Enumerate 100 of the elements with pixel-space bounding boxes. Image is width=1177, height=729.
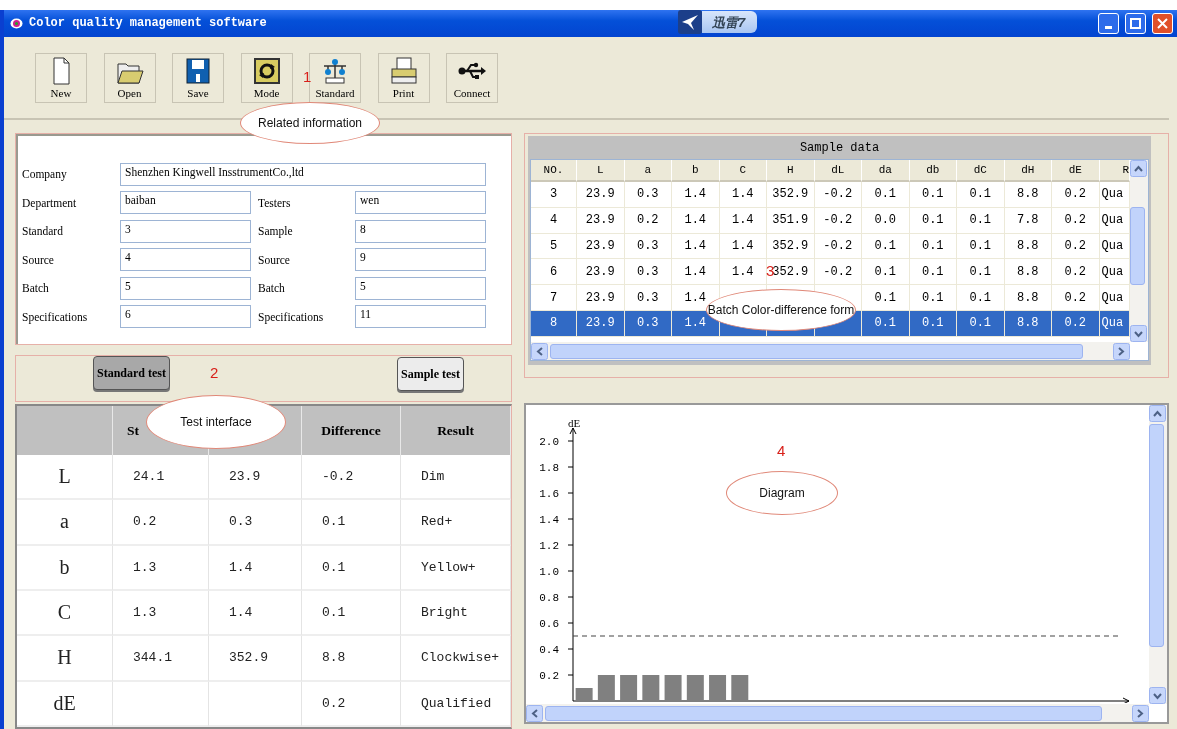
tick-mark xyxy=(567,622,574,624)
text-field[interactable]: 8 xyxy=(355,219,486,243)
bar xyxy=(597,675,615,701)
toolbar-button[interactable]: Standard xyxy=(309,52,361,103)
table-cell: 0.2 xyxy=(1052,311,1100,337)
table-cell: Qua xyxy=(1099,259,1130,286)
text-field[interactable]: 4 xyxy=(120,248,251,272)
toolbar-button[interactable]: Print xyxy=(377,52,430,103)
horizontal-scrollbar[interactable] xyxy=(531,342,1130,360)
table-cell: 352.9 xyxy=(209,636,302,682)
scroll-thumb[interactable] xyxy=(550,343,1083,359)
scroll-right-button[interactable] xyxy=(1113,342,1130,360)
toolbar-button[interactable]: Mode xyxy=(240,52,293,103)
close-icon xyxy=(1157,17,1168,29)
toolbar-button[interactable]: Connect xyxy=(446,52,498,103)
table-cell: 0.2 xyxy=(1052,233,1100,260)
scroll-right-button[interactable] xyxy=(1132,704,1149,722)
table-cell: 3 xyxy=(531,182,577,208)
table-cell: 352.9 xyxy=(767,182,815,208)
scroll-thumb[interactable] xyxy=(1130,207,1145,285)
text-field[interactable]: Shenzhen Kingwell InsstrumentCo.,ltd xyxy=(120,162,486,186)
field-label: Testers xyxy=(258,196,292,209)
table-cell: 0.1 xyxy=(957,285,1005,311)
panel-title: Sample data xyxy=(799,140,880,157)
tick-mark xyxy=(567,570,574,572)
tick-label: 0.8 xyxy=(539,592,559,604)
table-cell: Dim xyxy=(401,455,511,501)
table-cell: 5 xyxy=(531,233,577,260)
text-field[interactable]: baiban xyxy=(120,191,251,215)
text-field[interactable]: 5 xyxy=(120,276,251,300)
toolbar-button[interactable]: Open xyxy=(103,52,156,103)
field-label: Company xyxy=(22,168,68,181)
table-cell: 23.9 xyxy=(209,455,302,501)
table-cell: 0.1 xyxy=(862,259,910,286)
horizontal-scrollbar[interactable] xyxy=(526,704,1149,722)
text-field[interactable]: 9 xyxy=(355,248,486,272)
field-label: Specifications xyxy=(258,310,325,323)
table-cell: 0.1 xyxy=(862,285,910,311)
scroll-thumb[interactable] xyxy=(1149,424,1164,647)
test-button[interactable]: Sample test xyxy=(397,357,464,391)
column-header: a xyxy=(624,160,672,182)
text-field[interactable]: 6 xyxy=(120,305,251,329)
table-cell: 23.9 xyxy=(577,207,625,234)
bar xyxy=(575,688,593,701)
toolbar-button[interactable]: Save xyxy=(172,52,224,103)
tick-label: 0.6 xyxy=(539,618,559,630)
scroll-thumb[interactable] xyxy=(545,705,1102,721)
row-header: H xyxy=(17,636,113,682)
bar xyxy=(709,675,727,701)
table-cell: 351.9 xyxy=(767,207,815,234)
table-cell: Red+ xyxy=(401,500,511,546)
maximize-icon xyxy=(1130,17,1141,29)
scroll-left-button[interactable] xyxy=(531,342,548,360)
table-cell: 0.2 xyxy=(113,500,209,546)
text-field[interactable]: 3 xyxy=(120,219,251,243)
bar xyxy=(686,675,704,701)
table-cell: 23.9 xyxy=(577,182,625,208)
table-cell: 1.4 xyxy=(209,591,302,637)
field-label: Specifications xyxy=(22,310,89,323)
toolbar-button[interactable]: New xyxy=(35,52,87,103)
bar xyxy=(642,675,660,701)
text-field[interactable]: wen xyxy=(355,191,486,215)
minimize-button[interactable] xyxy=(1098,12,1119,34)
table-cell: -0.2 xyxy=(814,182,862,208)
table-cell: 8 xyxy=(531,311,577,337)
table-cell: 0.3 xyxy=(209,500,302,546)
taskbar-badge: 迅雷7 xyxy=(702,11,758,33)
column-header: R xyxy=(1099,160,1130,182)
scroll-down-button[interactable] xyxy=(1130,325,1147,342)
table-cell: 0.2 xyxy=(1052,207,1100,234)
vertical-scrollbar[interactable] xyxy=(1149,405,1167,704)
text-field[interactable]: 11 xyxy=(355,305,486,329)
tick-mark xyxy=(567,518,574,520)
text-field[interactable]: 5 xyxy=(355,276,486,300)
scroll-left-button[interactable] xyxy=(526,704,543,722)
scroll-up-button[interactable] xyxy=(1130,160,1147,177)
table-cell: 7 xyxy=(531,285,577,311)
maximize-button[interactable] xyxy=(1125,12,1146,34)
scroll-down-button[interactable] xyxy=(1149,687,1166,704)
tick-label: 0.4 xyxy=(539,644,559,656)
scroll-up-button[interactable] xyxy=(1149,405,1166,422)
column-header: L xyxy=(577,160,625,182)
vertical-scrollbar[interactable] xyxy=(1130,160,1148,342)
table-cell: 1.4 xyxy=(672,233,720,260)
field-label: Department xyxy=(22,196,78,209)
printer-icon xyxy=(388,55,419,86)
table-cell: Bright xyxy=(401,591,511,637)
tick-mark xyxy=(567,596,574,598)
column-header: b xyxy=(672,160,720,182)
table-cell: 23.9 xyxy=(577,285,625,311)
row-header: a xyxy=(17,500,113,546)
test-button[interactable]: Standard test xyxy=(93,356,170,390)
callout-number: 3 xyxy=(766,262,775,279)
column-header: da xyxy=(862,160,910,182)
close-button[interactable] xyxy=(1152,12,1173,34)
bar xyxy=(731,675,749,701)
table-cell: 23.9 xyxy=(577,233,625,260)
table-cell: 24.1 xyxy=(113,455,209,501)
tick-mark xyxy=(567,674,574,676)
table-cell: 0.1 xyxy=(862,311,910,337)
